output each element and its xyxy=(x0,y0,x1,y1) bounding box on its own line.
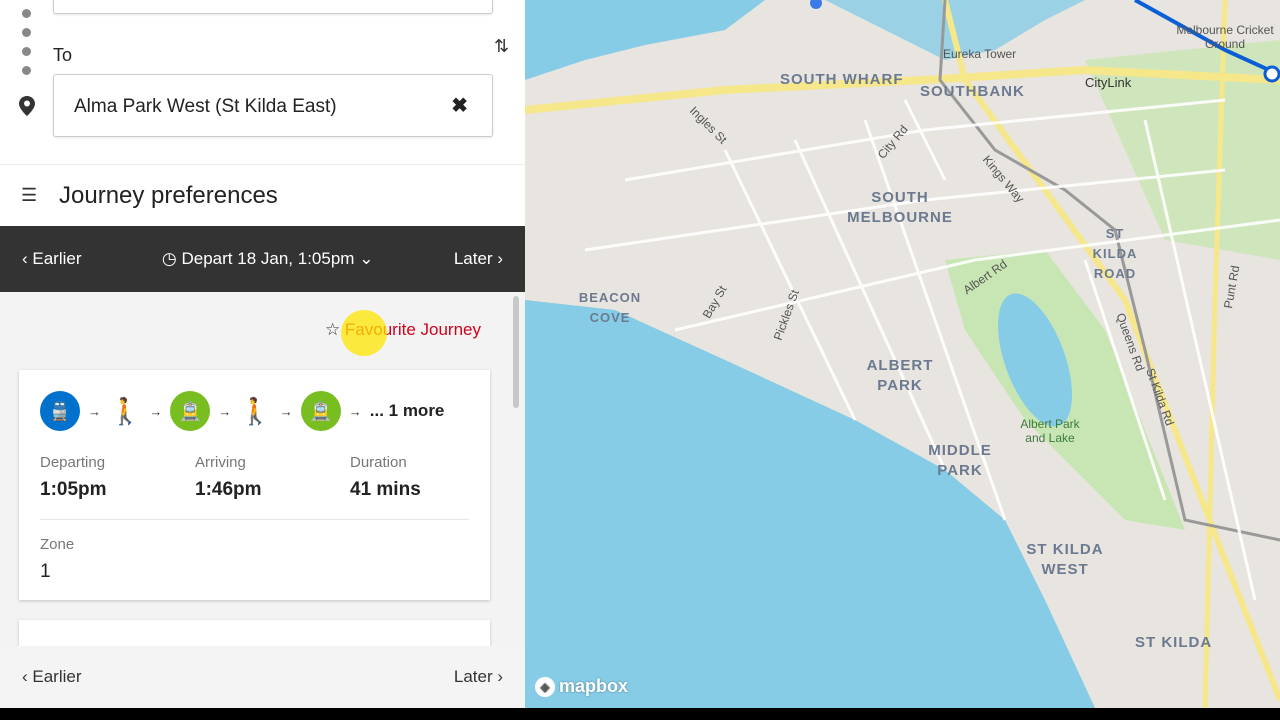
journey-card[interactable]: 🚆 → 🚶 → 🚊 → 🚶 → 🚊 → ... 1 more Departing 1:05p… xyxy=(19,370,490,600)
earlier-label: Earlier xyxy=(32,667,82,686)
map-label: SOUTH WHARF xyxy=(780,71,904,88)
later-label: Later xyxy=(453,249,493,268)
map-base xyxy=(525,0,1280,708)
map-label: ALBERT PARK xyxy=(866,357,934,394)
walk-icon: 🚶 xyxy=(239,395,272,426)
tram-icon: 🚊 xyxy=(300,391,341,431)
map-label: MIDDLE PARK xyxy=(928,442,992,479)
sliders-icon: ☰ xyxy=(21,185,38,205)
map-label: SOUTH MELBOURNE xyxy=(847,189,953,226)
bottom-bar: ‹ Earlier Later › xyxy=(0,646,525,708)
journey-preferences-button[interactable]: ☰ Journey preferences xyxy=(0,165,525,226)
arriving: Arriving 1:46pm xyxy=(195,454,262,500)
train-icon: 🚆 xyxy=(40,391,80,431)
map-label: BEACON COVE xyxy=(578,290,642,325)
scrollbar[interactable] xyxy=(513,296,519,408)
map-label: SOUTHBANK xyxy=(920,83,1025,100)
mapbox-icon: ◈ xyxy=(535,676,555,697)
map-label: ST KILDA WEST xyxy=(1026,541,1104,578)
time-bar: ‹ Earlier ◷ Depart 18 Jan, 1:05pm ⌄ Late… xyxy=(0,226,525,292)
map-place: CityLink xyxy=(1085,75,1132,90)
duration: Duration 41 mins xyxy=(350,454,421,500)
star-icon: ☆ xyxy=(324,320,341,339)
map-label: ST KILDA ROAD xyxy=(1092,226,1138,281)
walk-icon: 🚶 xyxy=(109,395,142,426)
cursor-highlight xyxy=(340,310,387,356)
clock-icon: ◷ xyxy=(161,249,177,268)
route-dot xyxy=(22,66,31,75)
map[interactable]: SOUTH WHARF SOUTHBANK SOUTH MELBOURNE ST… xyxy=(525,0,1280,708)
origin-field[interactable] xyxy=(53,0,493,14)
results-list: ☆ Favourite Journey 🚆 → 🚶 → 🚊 → 🚶 → 🚊 → ... 1… xyxy=(0,292,525,680)
route-dot xyxy=(22,47,31,56)
earlier-button[interactable]: ‹ Earlier xyxy=(22,249,82,269)
earlier-label: Earlier xyxy=(32,249,82,268)
journey-panel: To ⇅ Alma Park West (St Kilda East) ✖ ☰ … xyxy=(0,0,525,708)
mapbox-label: mapbox xyxy=(559,676,629,696)
earlier-button[interactable]: ‹ Earlier xyxy=(22,667,82,687)
route-dot xyxy=(22,9,31,18)
favourite-journey-button[interactable]: ☆ Favourite Journey xyxy=(324,310,481,356)
departing: Departing 1:05pm xyxy=(40,454,107,500)
destination-value: Alma Park West (St Kilda East) xyxy=(74,96,337,117)
depart-time-selector[interactable]: ◷ Depart 18 Jan, 1:05pm ⌄ xyxy=(162,249,374,269)
preferences-label: Journey preferences xyxy=(59,182,278,209)
journey-modes: 🚆 → 🚶 → 🚊 → 🚶 → 🚊 → ... 1 more xyxy=(40,391,444,431)
mapbox-logo[interactable]: ◈ mapbox xyxy=(535,676,628,697)
tram-icon: 🚊 xyxy=(170,391,211,431)
route-dot xyxy=(22,28,31,37)
more-legs: ... 1 more xyxy=(369,401,445,420)
map-place: Melbourne Cricket Ground xyxy=(1176,23,1274,51)
depart-label: Depart 18 Jan, 1:05pm xyxy=(181,249,355,268)
map-place: Albert Park and Lake xyxy=(1020,417,1080,445)
later-button[interactable]: Later › xyxy=(454,667,503,687)
map-label: ST KILDA xyxy=(1135,634,1213,651)
swap-icon[interactable]: ⇅ xyxy=(494,36,509,57)
later-label: Later xyxy=(453,667,493,686)
location-pin-icon xyxy=(19,96,35,121)
river xyxy=(525,0,765,80)
destination-field[interactable]: Alma Park West (St Kilda East) ✖ xyxy=(53,74,493,137)
later-button[interactable]: Later › xyxy=(454,249,503,269)
map-place: Eureka Tower xyxy=(943,47,1017,61)
divider xyxy=(40,519,469,520)
zone: Zone 1 xyxy=(40,536,75,582)
close-icon[interactable]: ✖ xyxy=(451,93,468,118)
chevron-down-icon: ⌄ xyxy=(359,249,374,268)
to-label: To xyxy=(53,45,73,65)
